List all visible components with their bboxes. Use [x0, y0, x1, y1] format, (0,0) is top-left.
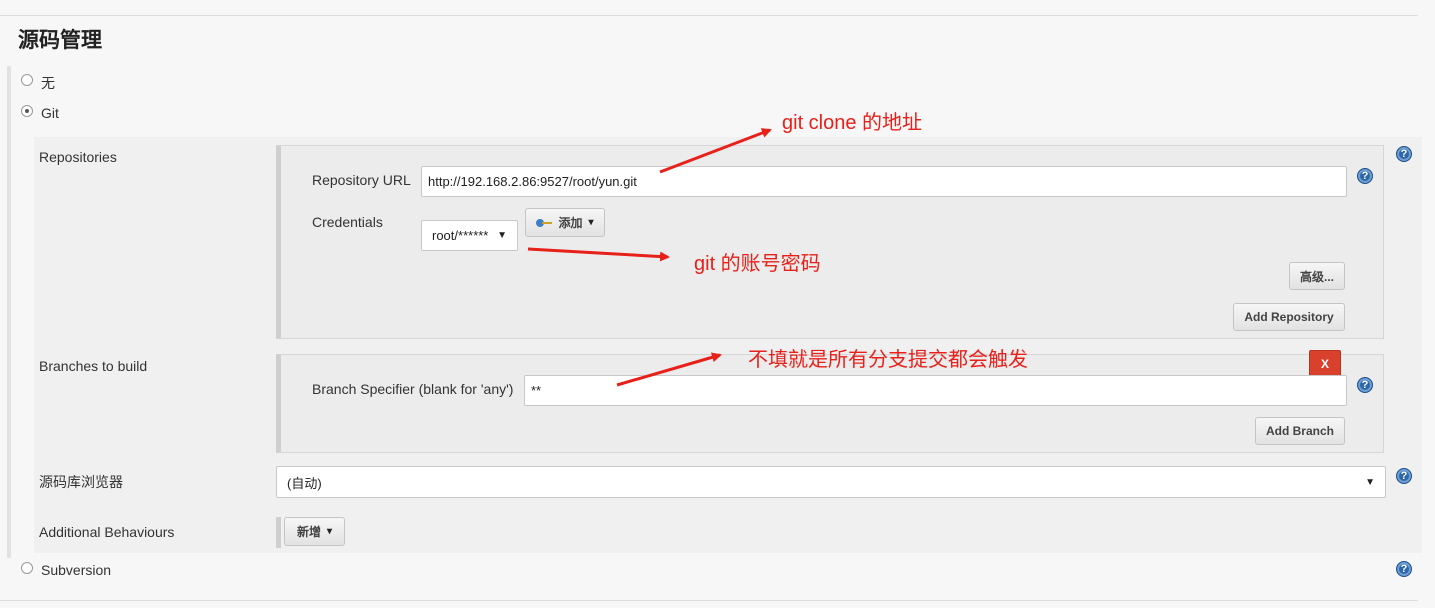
annotation-branches: 不填就是所有分支提交都会触发: [748, 349, 1028, 371]
annotation-arrows: [527, 128, 772, 387]
clone-url-arrow: [659, 128, 772, 174]
credentials-arrow: [527, 247, 670, 262]
annotation-credentials: git 的账号密码: [694, 253, 821, 275]
branches-arrow: [616, 352, 722, 387]
annotation-clone-url: git clone 的地址: [782, 112, 923, 134]
